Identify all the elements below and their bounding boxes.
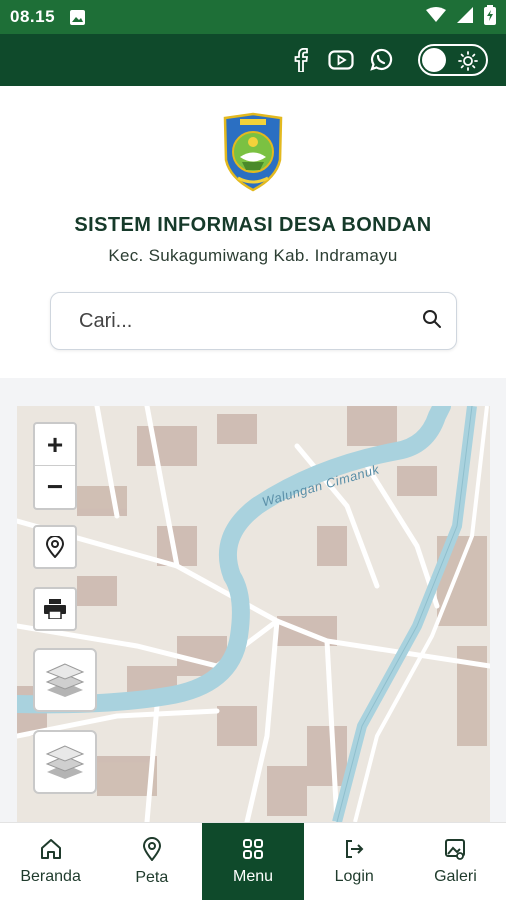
battery-icon (484, 4, 496, 30)
page-title: SISTEM INFORMASI DESA BONDAN (74, 214, 432, 236)
status-bar: 08.15 (0, 0, 506, 34)
map-pin-icon (142, 836, 161, 861)
layers-icon (45, 745, 85, 779)
search-icon[interactable] (422, 309, 442, 334)
location-pin-icon (45, 536, 65, 558)
top-bar (0, 34, 506, 86)
layers-icon (45, 663, 85, 697)
whatsapp-icon[interactable] (368, 47, 394, 73)
zoom-control: + − (33, 422, 77, 510)
layers-button-secondary[interactable] (33, 730, 97, 794)
zoom-in-button[interactable]: + (35, 424, 75, 466)
nav-item-login[interactable]: Login (304, 823, 405, 900)
youtube-icon[interactable] (328, 47, 354, 73)
printer-icon (44, 599, 66, 619)
grid-icon (243, 838, 263, 859)
login-icon (346, 839, 364, 858)
layers-button[interactable] (33, 648, 97, 712)
nav-label: Menu (232, 867, 274, 885)
regency-logo (220, 112, 286, 192)
nav-label: Beranda (20, 867, 81, 885)
nav-label: Login (334, 867, 374, 885)
image-notification-icon (69, 9, 86, 26)
print-button[interactable] (33, 587, 77, 631)
gallery-icon (445, 838, 466, 860)
nav-item-beranda[interactable]: Beranda (0, 823, 101, 900)
locate-button[interactable] (33, 525, 77, 569)
theme-toggle[interactable] (418, 44, 488, 76)
sun-icon (458, 51, 478, 76)
bottom-navigation: Beranda Peta Menu Login Galeri (0, 822, 506, 900)
signal-icon (456, 6, 474, 28)
status-time: 08.15 (10, 7, 56, 26)
wifi-icon (426, 6, 446, 28)
nav-item-galeri[interactable]: Galeri (405, 823, 506, 900)
home-icon (40, 838, 61, 859)
zoom-out-button[interactable]: − (35, 466, 75, 508)
nav-label: Peta (135, 868, 169, 886)
header-section: SISTEM INFORMASI DESA BONDAN Kec. Sukagu… (0, 86, 506, 378)
village-map[interactable]: Walungan Cimanuk + − (17, 406, 490, 822)
page-subtitle: Kec. Sukagumiwang Kab. Indramayu (108, 246, 398, 265)
nav-item-peta[interactable]: Peta (101, 823, 202, 900)
nav-item-menu[interactable]: Menu (202, 823, 304, 900)
facebook-icon[interactable] (288, 47, 314, 73)
search-box (50, 292, 457, 350)
search-input[interactable] (79, 309, 422, 333)
toggle-knob (422, 48, 446, 72)
nav-label: Galeri (434, 867, 477, 885)
